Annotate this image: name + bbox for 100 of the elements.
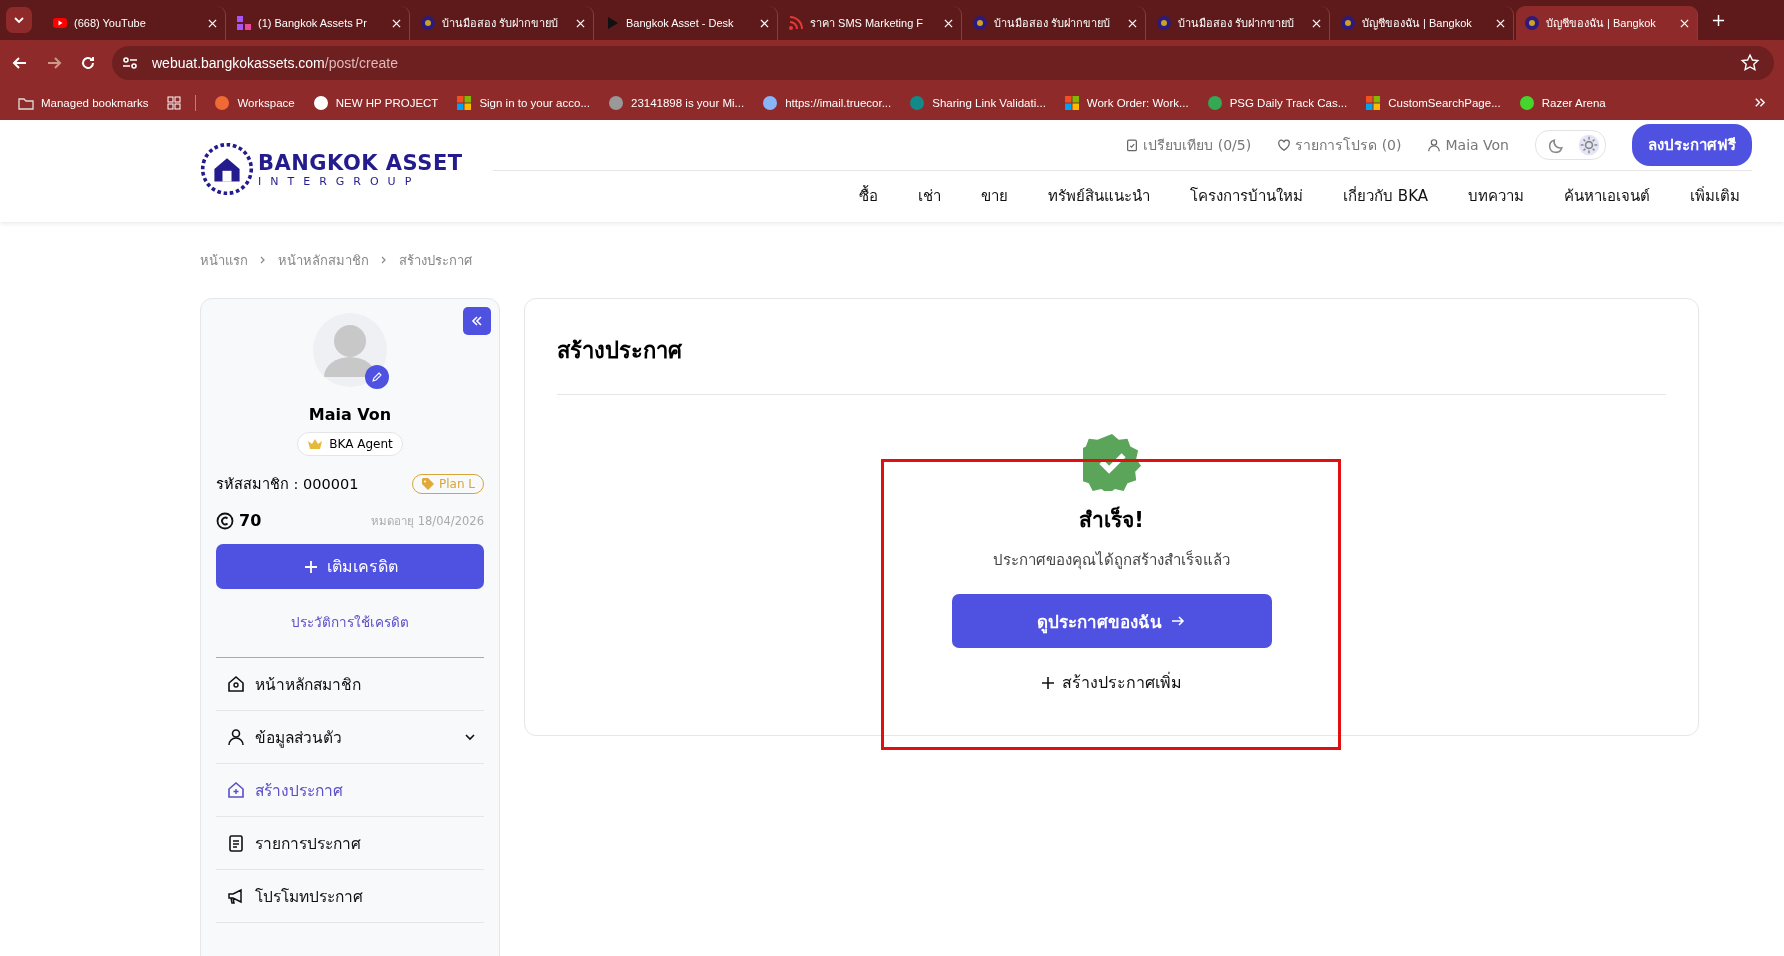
close-icon[interactable] [1680,18,1689,28]
bookmark[interactable]: CustomSearchPage... [1365,94,1501,111]
bookmark-icon [456,94,473,111]
user-icon [1427,138,1442,152]
close-icon[interactable] [208,18,217,28]
post-free-button[interactable]: ลงประกาศฟรี [1632,124,1752,166]
nav-link[interactable]: เพิ่มเติม [1690,184,1740,208]
nav-link[interactable]: ซื้อ [859,184,879,208]
browser-tab[interactable]: บ้านมือสอง รับฝากขายบ้ [412,6,594,40]
address-bar[interactable]: webuat.bangkokassets.com/post/create [112,45,1774,80]
user-link[interactable]: Maia Von [1427,137,1509,153]
nav-link[interactable]: เช่า [918,184,942,208]
breadcrumb-link[interactable]: หน้าแรก [200,249,248,271]
emblem-icon [1340,15,1356,31]
tag-icon [420,476,435,491]
compare-link[interactable]: เปรียบเทียบ (0/5) [1125,134,1252,156]
bookmark[interactable]: 23141898 is your Mi... [608,94,745,111]
create-more-link[interactable]: สร้างประกาศเพิ่ม [1037,666,1186,699]
nav-link[interactable]: โครงการบ้านใหม่ [1190,184,1304,208]
sun-icon [1578,134,1600,156]
close-icon[interactable] [1496,18,1505,28]
bookmark-icon [608,94,624,111]
close-icon[interactable] [576,18,585,28]
nav-link[interactable]: บทความ [1468,184,1524,208]
bookmark-icon [909,94,926,111]
bookmark[interactable]: Razer Arena [1518,94,1606,111]
nav-link[interactable]: ค้นหาเอเจนต์ [1564,184,1650,208]
home-icon [226,674,246,694]
browser-tab[interactable]: Bangkok Asset - Desk [596,6,778,40]
bookmark[interactable]: Managed bookmarks [18,94,149,111]
bookmark[interactable]: Sharing Link Validati... [909,94,1046,111]
plus-icon [1041,675,1055,690]
top-up-button[interactable]: เติมเครดิต [216,544,484,589]
apps-icon [166,94,183,111]
clipboard-icon [1125,138,1140,152]
plus-icon [302,558,319,575]
user-icon [226,727,246,747]
browser-tab[interactable]: (1) Bangkok Assets Pr [228,6,410,40]
crown-icon [307,438,324,450]
nav-link[interactable]: ขาย [981,184,1009,208]
close-icon[interactable] [392,18,401,28]
emblem-icon [420,15,436,31]
verified-badge-icon [1082,433,1141,491]
sidebar-item[interactable]: โปรโมทประกาศ [216,870,484,923]
double-chevron-left-icon [470,314,484,328]
chevron-down-icon[interactable] [464,731,476,743]
sidebar-item[interactable]: รายการประกาศ [216,817,484,870]
more-bookmarks-icon[interactable] [1753,96,1766,109]
star-icon[interactable] [1740,52,1760,73]
user-name: Maia Von [308,405,392,424]
browser-tab[interactable]: บ้านมือสอง รับฝากขายบ้ [964,6,1146,40]
close-icon[interactable] [1128,18,1137,28]
close-icon[interactable] [1312,18,1321,28]
browser-tab[interactable]: บัญชีของฉัน | Bangkok [1516,6,1698,40]
sidebar-item[interactable]: ข้อมูลส่วนตัว [216,711,484,764]
emblem-icon [1524,15,1540,31]
new-tab-icon[interactable] [1712,13,1725,27]
bookmark[interactable]: Work Order: Work... [1063,94,1189,111]
nav-link[interactable]: ทรัพย์สินแนะนำ [1048,184,1151,208]
bookmark[interactable]: NEW HP PROJECT [312,94,439,111]
browser-tab[interactable]: บัญชีของฉัน | Bangkok [1332,6,1514,40]
logo[interactable]: BANGKOK ASSET INTERGROUP [200,142,463,196]
success-title: สำเร็จ! [1079,505,1144,534]
emblem-icon [1156,15,1172,31]
bookmark-icon [1365,94,1382,111]
logo-emblem-icon [200,142,254,196]
bookmark-icon [1206,94,1223,111]
view-listings-button[interactable]: ดูประกาศของฉัน [951,594,1272,648]
bookmark[interactable]: Workspace [214,94,295,111]
page-title: สร้างประกาศ [557,337,683,365]
theme-toggle[interactable] [1535,130,1606,160]
coin-icon [216,511,234,530]
collapse-button[interactable] [463,307,491,335]
close-icon[interactable] [944,18,953,28]
bookmark[interactable]: Sign in to your acco... [456,94,590,111]
grid-icon [236,15,252,31]
browser-tab[interactable]: ราคา SMS Marketing F [780,6,962,40]
browser-tab[interactable]: บ้านมือสอง รับฝากขายบ้ [1148,6,1330,40]
pencil-icon [371,371,383,383]
bookmark[interactable]: https://imail.truecor... [762,94,892,111]
nav-link[interactable]: เกี่ยวกับ BKA [1343,184,1428,208]
member-id: รหัสสมาชิก : 000001 [216,475,359,494]
clipboard-icon [226,833,246,853]
bookmark-icon [1063,94,1080,111]
tab-search-button[interactable] [6,7,32,33]
heart-icon [1277,138,1292,152]
credit-balance: 70 [216,511,262,530]
sidebar-item[interactable]: สร้างประกาศ [216,764,484,817]
breadcrumb-link[interactable]: หน้าหลักสมาชิก [278,249,369,271]
bookmark-icon [214,94,231,111]
favorites-link[interactable]: รายการโปรด (0) [1277,134,1402,156]
role-badge: BKA Agent [297,432,403,456]
emblem-icon [972,15,988,31]
sidebar-item[interactable]: หน้าหลักสมาชิก [216,658,484,711]
edit-avatar-button[interactable] [365,365,389,389]
credit-history-link[interactable]: ประวัติการใช้เครดิต [291,611,409,633]
close-icon[interactable] [760,18,769,28]
browser-tab[interactable]: (668) YouTube [44,6,226,40]
avatar-icon [313,313,387,387]
bookmark[interactable]: PSG Daily Track Cas... [1206,94,1348,111]
